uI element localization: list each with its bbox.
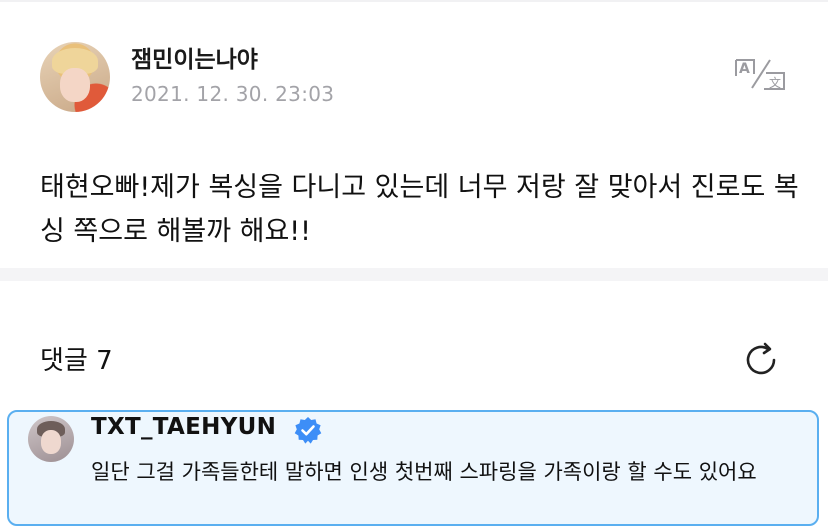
translate-icon[interactable]: A 文 bbox=[734, 56, 786, 92]
highlighted-comment: TXT_TAEHYUN 일단 그걸 가족들한테 말하면 인생 첫번째 스파링을 … bbox=[7, 410, 819, 526]
comment-author-avatar[interactable] bbox=[28, 416, 74, 462]
comments-count-label: 댓글 7 bbox=[40, 346, 113, 376]
comment-body: 일단 그걸 가족들한테 말하면 인생 첫번째 스파링을 가족이랑 할 수도 있어… bbox=[91, 460, 757, 484]
post-author-name[interactable]: 잼민이는나야 bbox=[131, 40, 258, 74]
post-timestamp: 2021. 12. 30. 23:03 bbox=[131, 82, 335, 106]
svg-text:文: 文 bbox=[769, 75, 781, 90]
section-divider bbox=[0, 268, 828, 281]
verified-badge-icon bbox=[294, 417, 322, 444]
author-avatar[interactable] bbox=[40, 42, 110, 112]
svg-text:A: A bbox=[739, 61, 750, 77]
refresh-icon[interactable] bbox=[741, 340, 781, 380]
comment-author-name[interactable]: TXT_TAEHYUN bbox=[91, 414, 276, 440]
post-body: 태현오빠!제가 복싱을 다니고 있는데 너무 저랑 잘 맞아서 진로도 복싱 쪽… bbox=[40, 172, 799, 247]
post-card: 잼민이는나야 2021. 12. 30. 23:03 A 文 태현오빠!제가 복… bbox=[0, 2, 828, 268]
